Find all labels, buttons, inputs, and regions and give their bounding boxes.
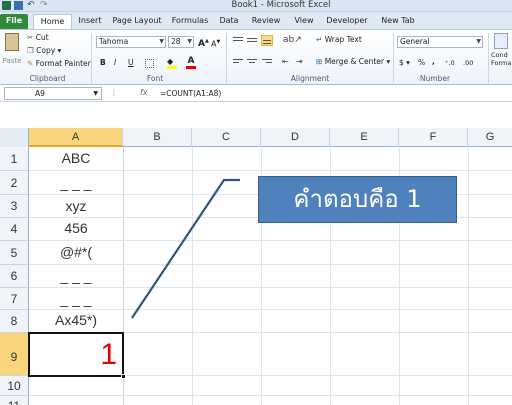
cell-a5[interactable]: @#*( <box>29 241 123 265</box>
column-header-a[interactable]: A <box>29 128 123 147</box>
increase-indent-icon[interactable]: ⇥ <box>296 57 303 66</box>
increase-decimal-button[interactable]: ⁺.0 <box>445 58 455 68</box>
group-label-font: Font <box>146 74 164 83</box>
italic-button[interactable]: I <box>114 58 116 68</box>
paste-icon <box>5 33 19 51</box>
copy-button[interactable]: ❐ Copy ▾ <box>27 46 61 56</box>
shrink-font-button[interactable]: A▼ <box>211 37 220 50</box>
tab-view[interactable]: View <box>292 14 316 29</box>
underline-button[interactable]: U <box>128 58 134 68</box>
copy-icon: ❐ <box>27 46 34 55</box>
decrease-indent-icon[interactable]: ⇤ <box>282 57 289 66</box>
merge-center-button[interactable]: ⊞ Merge & Center ▾ <box>316 57 390 67</box>
tab-insert[interactable]: Insert <box>74 14 106 29</box>
tab-page-layout[interactable]: Page Layout <box>112 14 162 29</box>
select-all-corner[interactable] <box>0 128 29 147</box>
align-center-icon[interactable] <box>246 57 258 68</box>
align-top-icon[interactable] <box>232 35 244 46</box>
answer-callout: คำตอบคือ 1 <box>258 176 457 223</box>
column-header-c[interactable]: C <box>192 128 261 147</box>
align-bottom-icon[interactable] <box>261 35 273 46</box>
row-header-11[interactable]: 11 <box>0 396 29 405</box>
align-right-icon[interactable] <box>261 57 273 68</box>
ribbon-tabs: File Home Insert Page Layout Formulas Da… <box>0 12 512 29</box>
row-header-8[interactable]: 8 <box>0 310 29 333</box>
decrease-decimal-button[interactable]: .00 <box>463 58 473 68</box>
borders-icon[interactable] <box>145 59 154 68</box>
cell-a7[interactable]: _ _ _ <box>29 288 123 310</box>
conditional-formatting-icon <box>494 33 508 49</box>
scissors-icon: ✂ <box>27 33 34 42</box>
cell-a8[interactable]: Ax45*) <box>29 310 123 333</box>
conditional-formatting-button[interactable]: Cond Forma <box>491 33 512 73</box>
tab-file[interactable]: File <box>0 14 28 29</box>
tab-review[interactable]: Review <box>250 14 282 29</box>
dots-separator: ⋮ <box>110 88 118 97</box>
row-header-7[interactable]: 7 <box>0 288 29 310</box>
align-middle-icon[interactable] <box>246 35 258 46</box>
column-header-f[interactable]: F <box>399 128 468 147</box>
row-header-10[interactable]: 10 <box>0 376 29 396</box>
row-header-4[interactable]: 4 <box>0 218 29 241</box>
comma-button[interactable]: , <box>432 57 435 67</box>
cell-a4[interactable]: 456 <box>29 218 123 241</box>
window-title: Book1 - Microsoft Excel <box>231 0 331 10</box>
wrap-text-button[interactable]: ↵ Wrap Text <box>316 35 362 45</box>
function-icon[interactable]: fx <box>140 88 148 97</box>
tab-formulas[interactable]: Formulas <box>170 14 210 29</box>
tab-data[interactable]: Data <box>218 14 240 29</box>
orientation-icon[interactable]: ab↗ <box>283 35 302 45</box>
callout-connector-line <box>131 178 240 319</box>
formula-bar: A9 ▼ ⋮ fx =COUNT(A1:A8) <box>0 86 512 102</box>
tab-home[interactable]: Home <box>33 14 72 29</box>
title-bar: ↶ ↷ Book1 - Microsoft Excel <box>0 0 512 12</box>
name-box[interactable]: A9 ▼ <box>4 87 102 100</box>
group-label-number: Number <box>419 74 451 83</box>
format-painter-button[interactable]: ✎ Format Painter <box>27 59 91 69</box>
brush-icon: ✎ <box>27 59 34 68</box>
formula-input[interactable]: =COUNT(A1:A8) <box>160 88 221 99</box>
number-format-select[interactable]: General ▼ <box>397 36 483 48</box>
cell-a9[interactable]: 1 <box>29 334 117 375</box>
row-header-3[interactable]: 3 <box>0 195 29 218</box>
fill-color-icon[interactable]: ◆ <box>167 58 177 69</box>
cell-a6[interactable]: _ _ _ <box>29 265 123 288</box>
column-header-e[interactable]: E <box>330 128 399 147</box>
tab-developer[interactable]: Developer <box>326 14 368 29</box>
row-header-5[interactable]: 5 <box>0 241 29 265</box>
merge-icon: ⊞ <box>316 57 323 66</box>
group-label-alignment: Alignment <box>290 74 330 83</box>
group-label-clipboard: Clipboard <box>29 74 66 83</box>
column-header-b[interactable]: B <box>123 128 192 147</box>
column-headers: A B C D E F G <box>0 128 512 147</box>
currency-button[interactable]: $ ▾ <box>399 58 410 68</box>
align-left-icon[interactable] <box>232 57 244 68</box>
percent-button[interactable]: % <box>418 58 425 68</box>
row-header-6[interactable]: 6 <box>0 265 29 288</box>
tab-new-tab[interactable]: New Tab <box>378 14 418 29</box>
row-header-1[interactable]: 1 <box>0 147 29 171</box>
cell-a1[interactable]: ABC <box>29 147 123 171</box>
ribbon: Paste ✂ Cut ❐ Copy ▾ ✎ Format Painter Cl… <box>0 29 512 85</box>
cell-a2[interactable]: _ _ _ <box>29 171 123 195</box>
font-color-icon[interactable]: A <box>186 57 196 69</box>
paste-button[interactable]: Paste <box>2 33 22 71</box>
fill-handle[interactable] <box>121 374 126 379</box>
column-header-d[interactable]: D <box>261 128 330 147</box>
font-name-select[interactable]: Tahoma ▼ <box>96 36 166 48</box>
cut-button[interactable]: ✂ Cut <box>27 33 49 43</box>
bold-button[interactable]: B <box>100 58 106 68</box>
cell-a3[interactable]: xyz <box>29 195 123 218</box>
column-header-g[interactable]: G <box>468 128 512 147</box>
row-header-2[interactable]: 2 <box>0 171 29 195</box>
font-size-select[interactable]: 28 ▼ <box>168 36 194 48</box>
row-header-9[interactable]: 9 <box>0 333 29 376</box>
wrap-icon: ↵ <box>316 35 323 44</box>
grow-font-button[interactable]: A▲ <box>198 36 209 49</box>
